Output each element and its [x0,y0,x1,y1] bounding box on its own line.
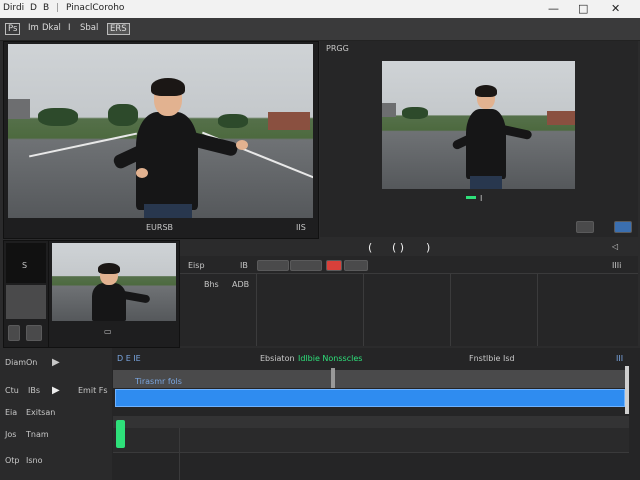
play-icon[interactable]: ▶ [52,357,60,368]
menu-ers[interactable]: ERS [107,23,130,35]
record-button[interactable] [326,260,342,271]
track-header-5[interactable]: Otp Isno [0,454,112,474]
menu-dkal[interactable]: Dkal [42,23,61,33]
title-bar: Dirdi D B | PinaclCoroho — □ ✕ [0,0,640,18]
effects-button-3[interactable] [344,260,368,271]
maximize-icon[interactable]: □ [578,2,588,15]
menu-bar: Ps Im Dkal I Sbal ERS [0,18,640,41]
program-preview-panel: PRGG I [320,41,638,237]
menu-b[interactable]: B [43,3,49,13]
menu-dirdi[interactable]: Dirdi [3,3,24,13]
clip-grid-icon[interactable] [26,325,42,341]
clip-thumbnail-panel: ▭ [48,240,180,348]
source-corner-label: IIS [296,223,306,232]
audio-clip[interactable] [116,420,125,448]
timeline-header-far: III [616,354,624,363]
program-video-frame[interactable] [382,61,575,189]
program-caption: I [480,194,483,203]
track-headers: Diam On ▶ Ctu IBs ▶ Emit Fs Eia Exitsan … [0,348,112,480]
camera-icon[interactable] [614,221,632,233]
timeline-area: D E IE Ebsiaton Idlbie Nonsscles Fnstlbi… [112,348,640,480]
clip-thumb-gray[interactable] [6,285,46,319]
timeline-scrollbar[interactable] [625,366,629,414]
timeline-header-mid: Ebsiaton [260,354,295,363]
effects-button-2[interactable] [290,260,322,271]
audio-clip-row [113,420,629,452]
film-icon[interactable]: ▭ [104,327,112,336]
program-label: PRGG [326,44,349,53]
snapshot-icon[interactable] [576,221,594,233]
source-caption: EURSB [146,223,174,232]
timeline-header-green: Idlbie Nonsscles [298,354,363,363]
effects-sub-1: Bhs [204,280,219,289]
clip-label: Tirasmr fols [135,377,182,386]
timeline-ruler[interactable]: Tirasmr fols [113,368,629,388]
track-header-1[interactable]: Diam On ▶ [0,356,112,376]
effects-right-label: IIIi [612,261,622,270]
program-marker [466,196,476,199]
track-header-3[interactable]: Eia Exitsan [0,406,112,426]
menu-d[interactable]: D [30,3,37,13]
prev-frame-button[interactable]: ( [368,241,372,254]
clip-thumb-dark[interactable]: S [6,243,46,283]
close-icon[interactable]: ✕ [611,2,620,15]
clip-thumb-label: S [22,261,28,270]
clip-tool-icon[interactable] [8,325,20,341]
effects-button-1[interactable] [257,260,289,271]
audio-track-row [113,416,629,428]
timeline-header-left: D E IE [117,354,141,363]
transport-controls: ( ( ) ) ◁ [320,238,638,256]
playhead-handle[interactable] [331,368,335,388]
play-button[interactable]: ( ) [392,241,404,254]
clip-browser-side: S [3,240,50,348]
video-clip[interactable] [115,389,625,407]
menu-im[interactable]: Im [28,23,39,33]
minimize-icon[interactable]: — [548,2,559,15]
window-title: PinaclCoroho [66,3,125,13]
play-icon[interactable]: ▶ [52,385,60,396]
effects-label: Eisp [188,261,205,270]
effects-label-2: IB [240,261,248,270]
clip-thumbnail-video[interactable] [52,243,176,321]
separator: | [56,3,60,13]
menu-sbal[interactable]: Sbal [80,23,98,33]
effects-sub-2: ADB [232,280,250,289]
menu-ps[interactable]: Ps [5,23,21,35]
track-header-2[interactable]: Ctu IBs ▶ Emit Fs [0,384,112,404]
next-frame-button[interactable]: ) [426,241,430,254]
timeline-header-right: Fnstlbie Isd [469,354,515,363]
menu-i[interactable]: I [68,23,71,33]
source-preview-panel: EURSB IIS [3,41,319,239]
effects-panel: Eisp IB IIIi Bhs ADB [180,256,638,346]
track-header-4[interactable]: Jos Tnam [0,428,112,448]
volume-icon[interactable]: ◁ [612,242,618,251]
source-video-frame[interactable] [8,44,313,218]
